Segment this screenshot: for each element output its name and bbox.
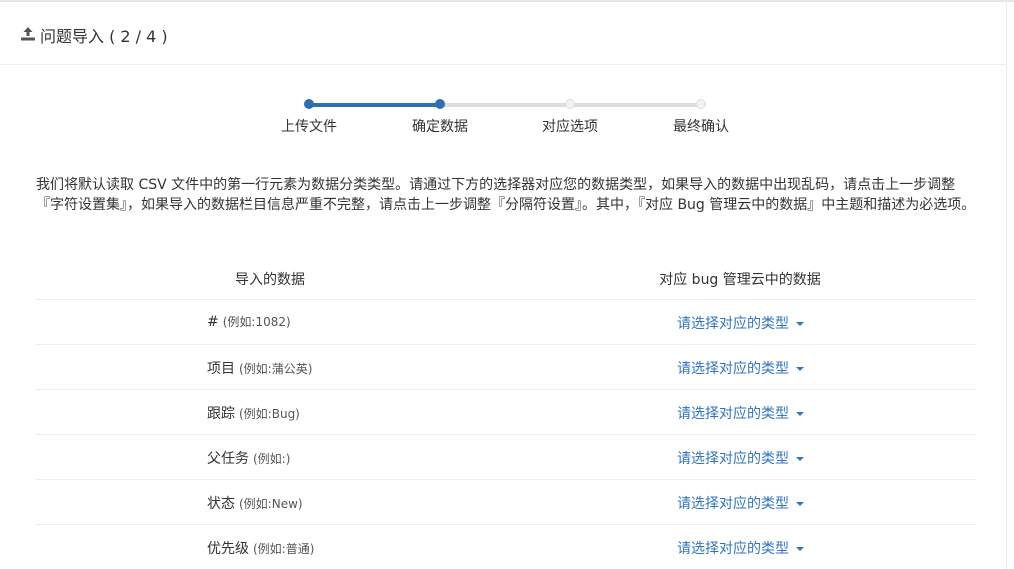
column-header-mapped: 对应 bug 管理云中的数据 — [659, 272, 821, 288]
field-cell: 优先级 (例如:普通) — [207, 541, 315, 557]
type-select-dropdown[interactable]: 请选择对应的类型 — [677, 313, 804, 333]
progress-steps: 上传文件 确定数据 对应选项 最终确认 — [0, 90, 1006, 140]
right-border — [1006, 0, 1007, 569]
type-select-dropdown[interactable]: 请选择对应的类型 — [677, 448, 804, 468]
step-label-confirm-data: 确定数据 — [412, 119, 468, 135]
step-line-done — [309, 103, 440, 107]
caret-down-icon — [796, 502, 804, 506]
caret-down-icon — [796, 457, 804, 461]
step-dot-4 — [696, 99, 706, 109]
table-row: 项目 (例如:蒲公英) 请选择对应的类型 — [36, 345, 976, 390]
type-select-dropdown[interactable]: 请选择对应的类型 — [677, 493, 804, 513]
table-row: 优先级 (例如:普通) 请选择对应的类型 — [36, 525, 976, 569]
step-dot-1 — [304, 99, 314, 109]
table-header: 导入的数据 对应 bug 管理云中的数据 — [36, 257, 976, 300]
column-header-imported: 导入的数据 — [235, 272, 305, 288]
step-label-map-options: 对应选项 — [542, 119, 598, 135]
table-row: # (例如:1082) 请选择对应的类型 — [36, 300, 976, 345]
field-cell: # (例如:1082) — [207, 314, 291, 330]
step-label-final: 最终确认 — [673, 119, 729, 135]
caret-down-icon — [796, 412, 804, 416]
caret-down-icon — [796, 322, 804, 326]
field-cell: 跟踪 (例如:Bug) — [207, 406, 300, 422]
upload-icon — [21, 27, 35, 41]
type-select-dropdown[interactable]: 请选择对应的类型 — [677, 538, 804, 558]
field-cell: 状态 (例如:New) — [207, 496, 303, 512]
field-cell: 项目 (例如:蒲公英) — [207, 361, 313, 377]
step-dot-2 — [435, 99, 445, 109]
caret-down-icon — [796, 547, 804, 551]
table-row: 状态 (例如:New) 请选择对应的类型 — [36, 480, 976, 525]
field-cell: 父任务 (例如:) — [207, 451, 291, 467]
page-title: 问题导入 ( 2 / 4 ) — [40, 27, 168, 46]
table-row: 跟踪 (例如:Bug) 请选择对应的类型 — [36, 390, 976, 435]
step-dot-3 — [565, 99, 575, 109]
table-row: 父任务 (例如:) 请选择对应的类型 — [36, 435, 976, 480]
page-header: 问题导入 ( 2 / 4 ) — [0, 2, 1006, 65]
caret-down-icon — [796, 367, 804, 371]
description-text: 我们将默认读取 CSV 文件中的第一行元素为数据分类类型。请通过下方的选择器对应… — [36, 177, 976, 213]
type-select-dropdown[interactable]: 请选择对应的类型 — [677, 358, 804, 378]
mapping-table: 导入的数据 对应 bug 管理云中的数据 # (例如:1082) 请选择对应的类型… — [36, 257, 976, 569]
type-select-dropdown[interactable]: 请选择对应的类型 — [677, 403, 804, 423]
step-label-upload: 上传文件 — [281, 119, 337, 135]
